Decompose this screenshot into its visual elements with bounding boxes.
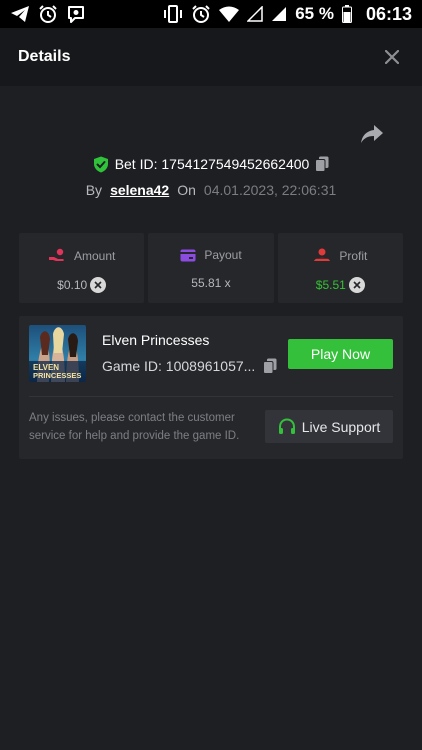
game-name: Elven Princesses bbox=[102, 332, 210, 348]
alarm-icon bbox=[38, 4, 58, 24]
bet-stats: Amount $0.10 Payout 55.81 x Profit $5.51 bbox=[19, 233, 403, 303]
close-icon bbox=[385, 50, 399, 64]
live-support-button[interactable]: Live Support bbox=[265, 410, 393, 443]
stat-label-profit: Profit bbox=[339, 248, 368, 263]
game-id-text: Game ID: 1008961057... bbox=[102, 358, 256, 374]
copy-game-id-button[interactable] bbox=[263, 358, 277, 374]
divider bbox=[29, 396, 393, 397]
shield-check-icon bbox=[93, 156, 109, 173]
wifi-icon bbox=[219, 6, 240, 22]
signal-icon bbox=[271, 6, 287, 22]
bet-date: 04.01.2023, 22:06:31 bbox=[203, 182, 337, 198]
copy-bet-id-button[interactable] bbox=[315, 156, 329, 172]
x-circle-icon bbox=[348, 277, 365, 293]
alarm-icon bbox=[191, 4, 211, 24]
telegram-icon bbox=[10, 5, 30, 23]
stat-card-payout: Payout 55.81 x bbox=[148, 233, 274, 303]
bet-id-row: Bet ID: 1754127549452662400 bbox=[0, 153, 422, 175]
play-now-button[interactable]: Play Now bbox=[288, 339, 393, 369]
stat-card-amount: Amount $0.10 bbox=[19, 233, 145, 303]
x-circle-icon bbox=[90, 277, 107, 293]
status-bar-left bbox=[10, 4, 86, 24]
game-id-row: Game ID: 1008961057... bbox=[102, 358, 277, 374]
copy-icon bbox=[263, 358, 277, 374]
support-help-text: Any issues, please contact the customer … bbox=[29, 412, 240, 442]
live-support-label: Live Support bbox=[301, 418, 381, 435]
game-card: ELVEN PRINCESSES Elven Princesses Game I… bbox=[19, 316, 403, 459]
on-label: On bbox=[177, 182, 196, 198]
stat-value-amount: $0.10 bbox=[57, 278, 88, 292]
bet-id-text: Bet ID: 1754127549452662400 bbox=[114, 156, 310, 172]
bet-meta-row: By selena42 On 04.01.2023, 22:06:31 bbox=[0, 180, 422, 200]
battery-icon bbox=[341, 5, 352, 23]
thumbnail-title-line2: PRINCESSES bbox=[33, 371, 81, 380]
details-header: Details bbox=[0, 28, 422, 86]
vibrate-icon bbox=[163, 5, 183, 23]
copy-icon bbox=[315, 156, 329, 172]
headset-icon bbox=[278, 417, 296, 436]
share-button[interactable] bbox=[360, 124, 386, 148]
stat-card-profit: Profit $5.51 bbox=[277, 233, 403, 303]
status-bar-right: 65 % 06:13 bbox=[163, 4, 412, 25]
stat-value-payout: 55.81 x bbox=[191, 276, 231, 290]
viber-icon bbox=[66, 4, 86, 24]
battery-percent: 65 % bbox=[295, 4, 334, 23]
by-label: By bbox=[85, 182, 103, 198]
signal-icon bbox=[247, 6, 263, 22]
clock-time: 06:13 bbox=[365, 3, 412, 24]
close-button[interactable] bbox=[380, 45, 404, 69]
stat-label-amount: Amount bbox=[73, 248, 116, 263]
share-icon bbox=[361, 125, 383, 143]
card-icon bbox=[180, 249, 196, 262]
user-profit-icon bbox=[313, 248, 331, 263]
stat-label-payout: Payout bbox=[204, 248, 242, 262]
username-link[interactable]: selena42 bbox=[110, 182, 169, 198]
page-title: Details bbox=[18, 48, 71, 65]
status-bar: 65 % 06:13 bbox=[0, 0, 422, 28]
stat-value-profit: $5.51 bbox=[315, 278, 346, 292]
game-thumbnail[interactable]: ELVEN PRINCESSES bbox=[29, 325, 86, 382]
hand-coins-icon bbox=[48, 248, 66, 263]
